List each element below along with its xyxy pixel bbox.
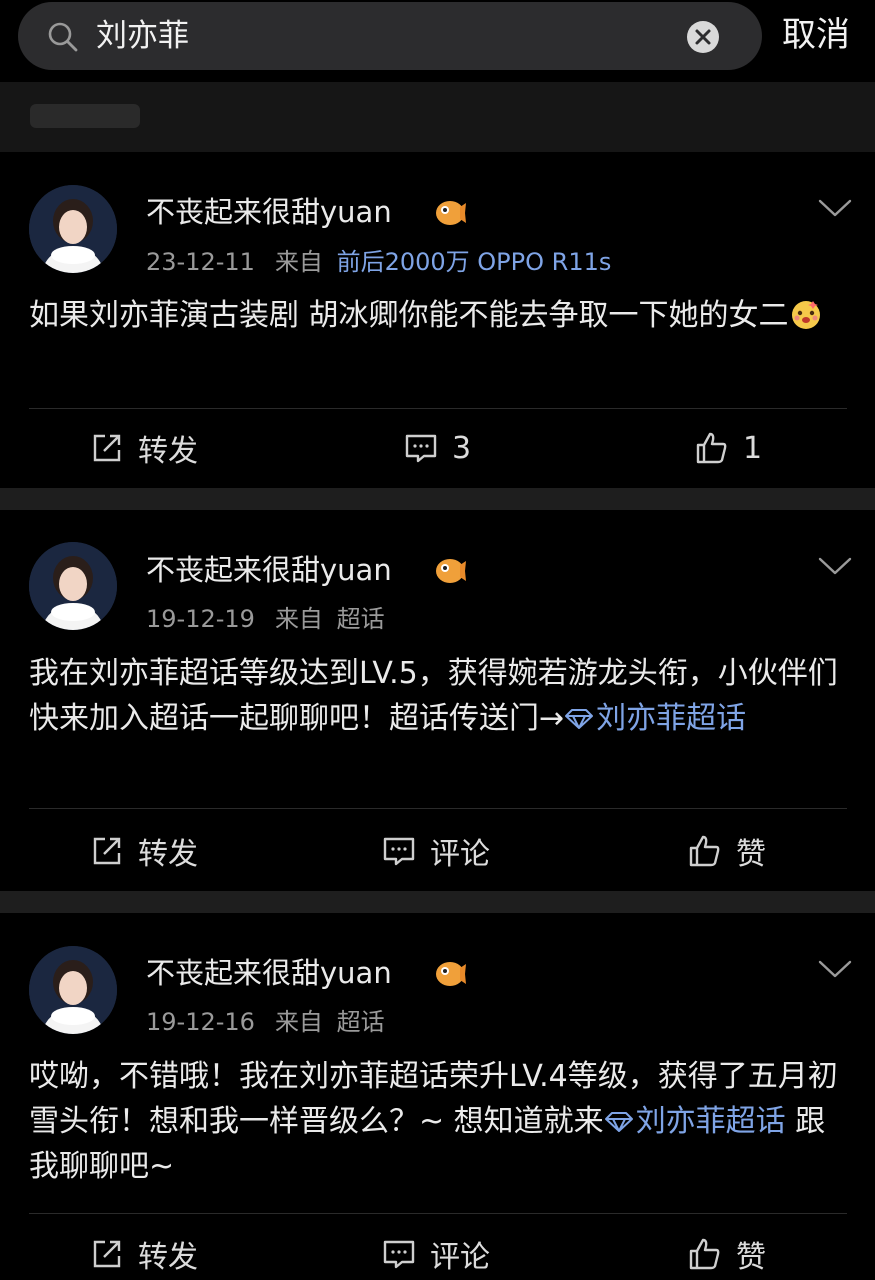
post-date: 19-12-19 bbox=[146, 605, 255, 633]
filter-bar bbox=[0, 82, 875, 152]
avatar[interactable] bbox=[29, 542, 117, 630]
comment-label: 评论 bbox=[430, 1232, 490, 1276]
super-topic-label: 刘亦菲超话 bbox=[596, 701, 746, 736]
avatar-image bbox=[29, 542, 117, 630]
thumbs-up-icon bbox=[695, 431, 729, 465]
divider bbox=[29, 1213, 847, 1214]
fish-badge-icon bbox=[432, 956, 468, 992]
comment-icon bbox=[382, 834, 416, 868]
repost-button[interactable]: 转发 bbox=[90, 1234, 198, 1274]
from-label: 来自 bbox=[275, 605, 323, 633]
username[interactable]: 不丧起来很甜yuan bbox=[146, 194, 392, 230]
post-card: 不丧起来很甜yuan 23-12-11来自 前后2000万 OPPO R11s … bbox=[0, 152, 875, 488]
post-separator bbox=[0, 891, 875, 913]
post-separator bbox=[0, 488, 875, 510]
fish-badge-icon bbox=[432, 553, 468, 589]
chevron-down-icon[interactable] bbox=[818, 959, 852, 979]
username[interactable]: 不丧起来很甜yuan bbox=[146, 552, 392, 588]
super-topic-link[interactable]: 刘亦菲超话 bbox=[604, 1104, 786, 1139]
cancel-button[interactable]: 取消 bbox=[782, 14, 850, 56]
avatar-image bbox=[29, 185, 117, 273]
post-card: 不丧起来很甜yuan 19-12-19 来自 超话 我在刘亦菲超话等级达到LV.5… bbox=[0, 510, 875, 891]
repost-icon bbox=[90, 431, 124, 465]
blurred-filter bbox=[30, 104, 140, 128]
post-meta: 19-12-16 来自 超话 bbox=[146, 1007, 385, 1037]
blush-emoji-icon bbox=[789, 297, 823, 331]
post-content: 我在刘亦菲超话等级达到LV.5，获得婉若游龙头衔，小伙伴们快来加入超话一起聊聊吧… bbox=[29, 651, 849, 741]
like-label: 赞 bbox=[736, 829, 766, 873]
like-label: 赞 bbox=[736, 1232, 766, 1276]
repost-label: 转发 bbox=[138, 829, 198, 873]
comment-count: 3 bbox=[452, 431, 471, 466]
repost-label: 转发 bbox=[138, 426, 198, 470]
comment-icon bbox=[404, 431, 438, 465]
diamond-icon bbox=[564, 708, 594, 730]
super-topic-link[interactable]: 刘亦菲超话 bbox=[564, 701, 746, 736]
search-box[interactable]: 刘亦菲 bbox=[18, 2, 762, 70]
like-button[interactable]: 赞 bbox=[688, 831, 766, 871]
super-topic-label: 刘亦菲超话 bbox=[636, 1104, 786, 1139]
post-text: 如果刘亦菲演古装剧 胡冰卿你能不能去争取一下她的女二 bbox=[29, 298, 789, 333]
post-source[interactable]: 前后2000万 OPPO R11s bbox=[337, 248, 612, 276]
from-label: 来自 bbox=[275, 1008, 323, 1036]
fish-badge-icon bbox=[432, 195, 468, 231]
thumbs-up-icon bbox=[688, 834, 722, 868]
avatar[interactable] bbox=[29, 946, 117, 1034]
divider bbox=[29, 808, 847, 809]
avatar[interactable] bbox=[29, 185, 117, 273]
search-input[interactable]: 刘亦菲 bbox=[96, 16, 189, 56]
top-bar: 刘亦菲 取消 bbox=[0, 0, 875, 82]
like-button[interactable]: 赞 bbox=[688, 1234, 766, 1274]
repost-icon bbox=[90, 834, 124, 868]
post-date: 19-12-16 bbox=[146, 1008, 255, 1036]
repost-button[interactable]: 转发 bbox=[90, 428, 198, 468]
post-source[interactable]: 超话 bbox=[337, 605, 385, 633]
diamond-icon bbox=[604, 1111, 634, 1133]
comment-icon bbox=[382, 1237, 416, 1271]
repost-icon bbox=[90, 1237, 124, 1271]
search-icon bbox=[46, 20, 80, 54]
from-label: 来自 bbox=[275, 248, 323, 276]
like-count: 1 bbox=[743, 431, 762, 466]
post-card: 不丧起来很甜yuan 19-12-16 来自 超话 哎呦，不错哦！我在刘亦菲超话荣… bbox=[0, 913, 875, 1280]
repost-label: 转发 bbox=[138, 1232, 198, 1276]
avatar-image bbox=[29, 946, 117, 1034]
repost-button[interactable]: 转发 bbox=[90, 831, 198, 871]
post-content: 如果刘亦菲演古装剧 胡冰卿你能不能去争取一下她的女二 bbox=[29, 293, 849, 338]
username[interactable]: 不丧起来很甜yuan bbox=[146, 955, 392, 991]
comment-button[interactable]: 评论 bbox=[382, 1234, 490, 1274]
post-content: 哎呦，不错哦！我在刘亦菲超话荣升LV.4等级，获得了五月初雪头衔！想和我一样晋级… bbox=[29, 1054, 849, 1189]
clear-icon[interactable] bbox=[686, 20, 720, 54]
post-date: 23-12-11 bbox=[146, 248, 255, 276]
post-source[interactable]: 超话 bbox=[337, 1008, 385, 1036]
chevron-down-icon[interactable] bbox=[818, 198, 852, 218]
comment-button[interactable]: 评论 bbox=[382, 831, 490, 871]
thumbs-up-icon bbox=[688, 1237, 722, 1271]
like-button[interactable]: 1 bbox=[695, 428, 762, 468]
comment-button[interactable]: 3 bbox=[404, 428, 471, 468]
divider bbox=[29, 408, 847, 409]
comment-label: 评论 bbox=[430, 829, 490, 873]
post-meta: 19-12-19 来自 超话 bbox=[146, 604, 385, 634]
chevron-down-icon[interactable] bbox=[818, 556, 852, 576]
post-meta: 23-12-11 来自 前后2000万 OPPO R11s bbox=[146, 247, 611, 277]
